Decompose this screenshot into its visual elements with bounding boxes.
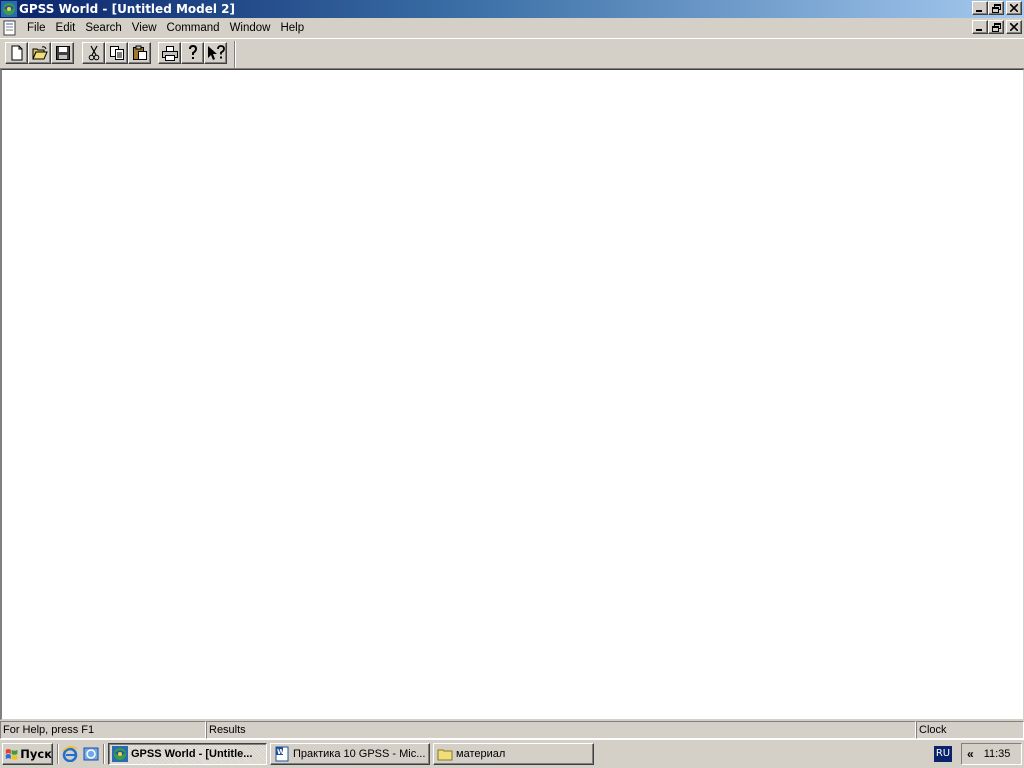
- menu-command[interactable]: Command: [162, 19, 225, 37]
- mdi-restore-button[interactable]: [988, 20, 1004, 34]
- mdi-minimize-button[interactable]: [972, 20, 988, 34]
- save-button[interactable]: [51, 42, 74, 64]
- start-button[interactable]: Пуск: [2, 743, 53, 765]
- gpss-world-icon: [112, 746, 128, 762]
- menu-edit[interactable]: Edit: [51, 19, 81, 37]
- minimize-button[interactable]: [972, 1, 988, 15]
- help-button[interactable]: [181, 42, 204, 64]
- taskbar: Пуск GPSS World - [Untitle... W Практика…: [0, 739, 1024, 768]
- svg-text:W: W: [277, 748, 285, 756]
- scissors-icon: [88, 45, 99, 61]
- print-button[interactable]: [158, 42, 181, 64]
- toolbar: [0, 38, 1024, 69]
- paste-button[interactable]: [128, 42, 151, 64]
- mdi-close-button[interactable]: [1006, 20, 1022, 34]
- menu-search[interactable]: Search: [80, 19, 126, 37]
- word-document-icon: W: [275, 746, 289, 762]
- status-results: Results: [206, 721, 916, 739]
- model-editor-area[interactable]: [0, 69, 1024, 720]
- menu-help[interactable]: Help: [275, 19, 309, 37]
- task-gpss-world[interactable]: GPSS World - [Untitle...: [108, 743, 267, 765]
- printer-icon: [161, 45, 178, 61]
- arrow-question-icon: [207, 45, 225, 60]
- quicklaunch-separator: [57, 744, 59, 764]
- open-folder-icon: [31, 46, 48, 60]
- new-document-icon: [11, 45, 22, 61]
- close-button[interactable]: [1006, 1, 1022, 15]
- context-help-button[interactable]: [204, 42, 227, 64]
- gpss-world-icon: [1, 1, 17, 17]
- folder-icon: [437, 749, 453, 761]
- task-label: GPSS World - [Untitle...: [131, 748, 253, 760]
- title-bar[interactable]: GPSS World - [Untitled Model 2]: [0, 0, 1024, 18]
- cut-button[interactable]: [82, 42, 105, 64]
- system-tray: « 11:35: [961, 743, 1022, 765]
- menu-view[interactable]: View: [127, 19, 162, 37]
- clipboard-icon: [132, 45, 147, 60]
- menu-bar: File Edit Search View Command Window Hel…: [0, 18, 1024, 38]
- start-label: Пуск: [20, 747, 52, 761]
- open-button[interactable]: [28, 42, 51, 64]
- quicklaunch-separator: [103, 744, 105, 764]
- restore-icon: [991, 3, 1001, 13]
- menu-file[interactable]: File: [22, 19, 51, 37]
- task-word-document[interactable]: W Практика 10 GPSS - Mic...: [270, 743, 430, 765]
- minimize-icon: [976, 10, 982, 12]
- task-label: Практика 10 GPSS - Mic...: [293, 748, 426, 760]
- status-bar: For Help, press F1 Results Clock: [0, 720, 1024, 739]
- restore-button[interactable]: [988, 1, 1004, 15]
- close-icon: [1010, 4, 1018, 12]
- floppy-disk-icon: [55, 46, 70, 60]
- taskbar-clock[interactable]: 11:35: [984, 748, 1011, 760]
- document-icon[interactable]: [2, 20, 18, 36]
- restore-icon: [991, 22, 1001, 32]
- menu-window[interactable]: Window: [225, 19, 276, 37]
- windows-logo-icon: [5, 749, 18, 760]
- copy-button[interactable]: [105, 42, 128, 64]
- window-title: GPSS World - [Untitled Model 2]: [19, 2, 235, 16]
- show-hidden-icons-chevron-icon[interactable]: «: [967, 747, 974, 761]
- new-button[interactable]: [5, 42, 28, 64]
- internet-explorer-icon[interactable]: [62, 746, 78, 762]
- status-clock: Clock: [916, 721, 1024, 739]
- copy-icon: [109, 46, 124, 60]
- outlook-express-icon[interactable]: [83, 746, 99, 762]
- toolbar-separator: [234, 41, 236, 68]
- task-folder-material[interactable]: материал: [433, 743, 594, 765]
- status-help-text: For Help, press F1: [0, 721, 206, 739]
- question-mark-icon: [188, 45, 197, 59]
- close-icon: [1010, 23, 1018, 31]
- language-indicator[interactable]: RU: [934, 746, 952, 762]
- minimize-icon: [976, 29, 982, 31]
- task-label: материал: [456, 748, 506, 760]
